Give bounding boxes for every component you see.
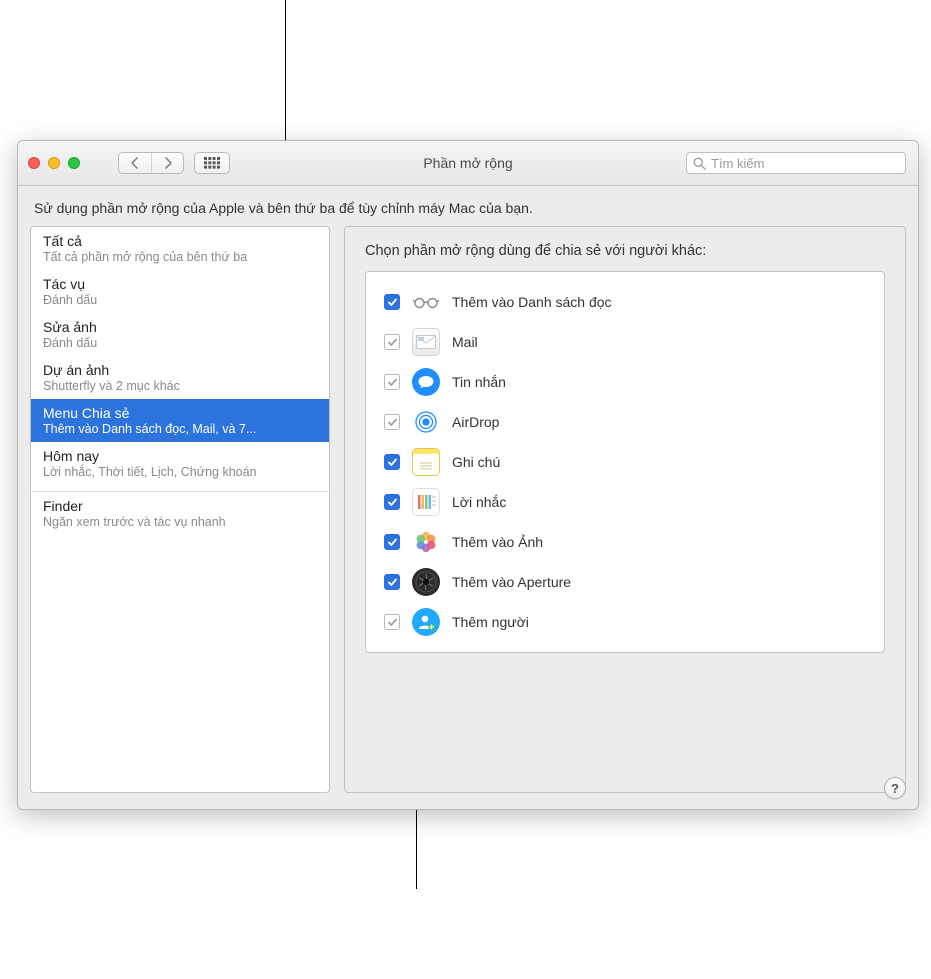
titlebar: Phần mở rộng — [18, 141, 918, 186]
airdrop-icon — [412, 408, 440, 436]
extension-checkbox[interactable] — [384, 414, 400, 430]
sidebar-item-title: Sửa ảnh — [43, 319, 317, 335]
show-all-button[interactable] — [194, 152, 230, 174]
sidebar-item-title: Tác vụ — [43, 276, 317, 292]
sidebar-item-photo-editing[interactable]: Sửa ảnh Đánh dấu — [31, 313, 329, 356]
sidebar-item-actions[interactable]: Tác vụ Đánh dấu — [31, 270, 329, 313]
sidebar-item-subtitle: Lời nhắc, Thời tiết, Lịch, Chứng khoán — [43, 465, 317, 479]
extension-label: Thêm vào Danh sách đọc — [452, 294, 612, 310]
chevron-right-icon — [163, 157, 173, 169]
extension-label: Thêm người — [452, 614, 529, 630]
extension-checkbox[interactable] — [384, 574, 400, 590]
extension-checkbox[interactable] — [384, 374, 400, 390]
extension-label: Tin nhắn — [452, 374, 506, 390]
help-button[interactable]: ? — [884, 777, 906, 799]
sidebar-item-photo-projects[interactable]: Dự án ảnh Shutterfly và 2 mục khác — [31, 356, 329, 399]
sidebar-item-today[interactable]: Hôm nay Lời nhắc, Thời tiết, Lịch, Chứng… — [31, 442, 329, 485]
extension-list: Thêm vào Danh sách đọc Mail Tin nhắn — [365, 271, 885, 653]
extension-row-aperture: Thêm vào Aperture — [380, 562, 870, 602]
extension-row-reading-list: Thêm vào Danh sách đọc — [380, 282, 870, 322]
extension-checkbox[interactable] — [384, 614, 400, 630]
extension-row-notes: Ghi chú — [380, 442, 870, 482]
chevron-left-icon — [130, 157, 140, 169]
extension-row-photos: Thêm vào Ảnh — [380, 522, 870, 562]
extension-label: AirDrop — [452, 414, 499, 430]
notes-icon — [412, 448, 440, 476]
photos-icon — [412, 528, 440, 556]
sidebar-item-subtitle: Đánh dấu — [43, 336, 317, 350]
extension-row-reminders: Lời nhắc — [380, 482, 870, 522]
grid-icon — [204, 157, 220, 169]
extension-checkbox[interactable] — [384, 334, 400, 350]
extension-checkbox[interactable] — [384, 534, 400, 550]
reminders-icon — [412, 488, 440, 516]
sidebar-item-subtitle: Ngăn xem trước và tác vụ nhanh — [43, 515, 317, 529]
sidebar-item-subtitle: Thêm vào Danh sách đọc, Mail, và 7... — [43, 422, 317, 436]
sidebar-item-subtitle: Tất cả phần mở rộng của bên thứ ba — [43, 250, 317, 264]
body: Tất cả Tất cả phần mở rộng của bên thứ b… — [18, 226, 918, 805]
sidebar: Tất cả Tất cả phần mở rộng của bên thứ b… — [30, 226, 330, 793]
sidebar-item-finder[interactable]: Finder Ngăn xem trước và tác vụ nhanh — [31, 492, 329, 535]
sidebar-item-title: Hôm nay — [43, 448, 317, 464]
glasses-icon — [412, 288, 440, 316]
sidebar-item-title: Dự án ảnh — [43, 362, 317, 378]
extension-label: Ghi chú — [452, 454, 500, 470]
extension-row-messages: Tin nhắn — [380, 362, 870, 402]
extension-label: Mail — [452, 334, 478, 350]
extension-checkbox[interactable] — [384, 494, 400, 510]
search-input[interactable] — [711, 156, 899, 171]
extension-checkbox[interactable] — [384, 454, 400, 470]
main-panel: Chọn phần mở rộng dùng để chia sẻ với ng… — [344, 226, 906, 793]
sidebar-item-title: Menu Chia sẻ — [43, 405, 317, 421]
description-text: Sử dụng phần mở rộng của Apple và bên th… — [18, 186, 918, 226]
help-icon: ? — [891, 781, 899, 796]
sidebar-item-title: Tất cả — [43, 233, 317, 249]
search-icon — [693, 157, 706, 170]
extension-row-airdrop: AirDrop — [380, 402, 870, 442]
close-window-button[interactable] — [28, 157, 40, 169]
preferences-window: Phần mở rộng Sử dụng phần mở rộng của Ap… — [17, 140, 919, 810]
add-people-icon — [412, 608, 440, 636]
zoom-window-button[interactable] — [68, 157, 80, 169]
forward-button[interactable] — [151, 153, 183, 173]
sidebar-item-share-menu[interactable]: Menu Chia sẻ Thêm vào Danh sách đọc, Mai… — [31, 399, 329, 442]
sidebar-item-all[interactable]: Tất cả Tất cả phần mở rộng của bên thứ b… — [31, 227, 329, 270]
sidebar-item-subtitle: Đánh dấu — [43, 293, 317, 307]
extension-row-add-people: Thêm người — [380, 602, 870, 642]
window-controls — [28, 157, 80, 169]
back-button[interactable] — [119, 153, 151, 173]
main-heading: Chọn phần mở rộng dùng để chia sẻ với ng… — [365, 243, 885, 259]
nav-segment — [118, 152, 184, 174]
minimize-window-button[interactable] — [48, 157, 60, 169]
aperture-icon — [412, 568, 440, 596]
extension-label: Thêm vào Aperture — [452, 574, 571, 590]
mail-icon — [412, 328, 440, 356]
extension-label: Lời nhắc — [452, 494, 506, 510]
messages-icon — [412, 368, 440, 396]
extension-row-mail: Mail — [380, 322, 870, 362]
extension-label: Thêm vào Ảnh — [452, 534, 543, 550]
sidebar-item-subtitle: Shutterfly và 2 mục khác — [43, 379, 317, 393]
search-field[interactable] — [686, 152, 906, 174]
sidebar-item-title: Finder — [43, 498, 317, 514]
extension-checkbox[interactable] — [384, 294, 400, 310]
